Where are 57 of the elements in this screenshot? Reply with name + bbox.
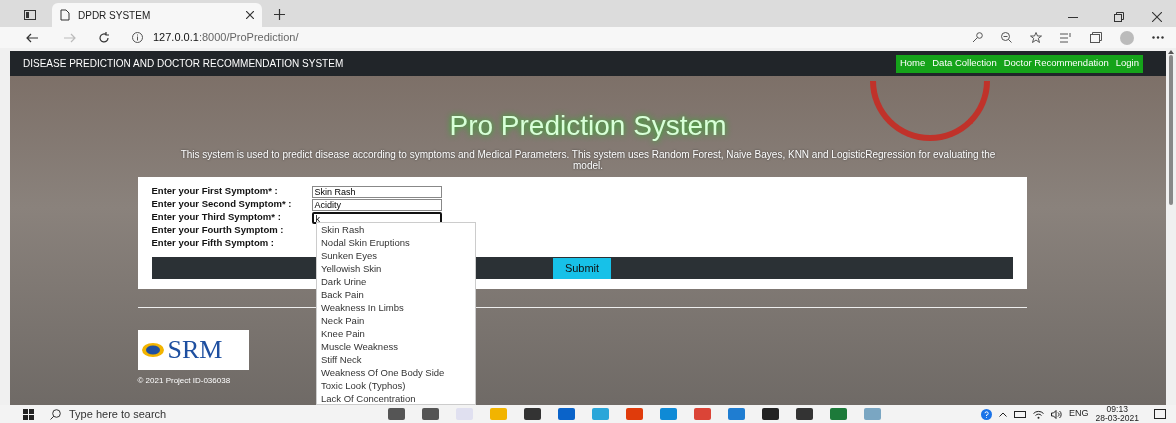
suggestion-item[interactable]: Dark Urine xyxy=(321,275,475,288)
clock-date[interactable]: 28-03-2021 xyxy=(1095,414,1139,423)
suggestion-item[interactable]: Back Pain xyxy=(321,288,475,301)
suggestion-item[interactable]: Weakness Of One Body Side xyxy=(321,366,475,379)
field-label: Enter your Fifth Symptom : xyxy=(151,236,275,251)
close-icon[interactable] xyxy=(246,11,254,19)
suggestion-item[interactable]: Toxic Look (Typhos) xyxy=(321,379,475,392)
star-icon[interactable] xyxy=(1030,32,1042,43)
field-label: Enter your Second Symptom* : xyxy=(151,197,293,212)
windows-start-icon[interactable] xyxy=(23,408,34,420)
language-indicator[interactable]: ENG xyxy=(1069,407,1089,421)
suggestion-item[interactable]: Weakness In Limbs xyxy=(321,301,475,314)
info-icon[interactable] xyxy=(132,32,143,43)
field-label: Enter your Fourth Symptom : xyxy=(151,223,285,238)
logo-text: SRM xyxy=(167,337,223,363)
taskbar-search-field[interactable]: Type here to search xyxy=(50,405,340,423)
browser-tab[interactable]: DPDR SYSTEM xyxy=(52,3,262,27)
speaker-icon[interactable] xyxy=(1051,409,1062,419)
close-window-icon[interactable] xyxy=(1152,12,1162,22)
wifi-icon[interactable] xyxy=(1033,409,1044,419)
submit-button[interactable]: Submit xyxy=(552,257,612,279)
suggestion-item[interactable]: Neck Pain xyxy=(321,314,475,327)
new-tab-icon[interactable] xyxy=(274,9,285,20)
refresh-icon[interactable] xyxy=(98,31,110,44)
chevron-up-icon[interactable] xyxy=(999,411,1007,417)
suggestion-item[interactable]: Sunken Eyes xyxy=(321,249,475,262)
restore-icon[interactable] xyxy=(1114,12,1124,22)
tab-actions-icon[interactable] xyxy=(24,10,36,20)
more-icon[interactable] xyxy=(1152,36,1164,39)
help-icon[interactable] xyxy=(981,408,992,420)
symptom-field[interactable]: Skin Rash xyxy=(311,185,442,198)
battery-icon[interactable] xyxy=(1014,410,1026,418)
notification-icon[interactable] xyxy=(1154,409,1166,419)
site-title: DISEASE PREDICTION AND DOCTOR RECOMMENDATION SYSTEM xyxy=(23,57,345,71)
back-arrow-icon[interactable] xyxy=(26,32,38,43)
clock-time[interactable]: 09:13 xyxy=(1106,405,1128,414)
search-icon xyxy=(50,408,61,420)
suggestion-item[interactable]: Nodal Skin Eruptions xyxy=(321,236,475,249)
field-label: Enter your First Symptom* : xyxy=(151,184,279,199)
page-icon xyxy=(60,9,70,21)
copyright-text: © 2021 Project ID-036038 xyxy=(137,375,231,387)
suggestion-item[interactable]: Knee Pain xyxy=(321,327,475,340)
page-heading: Pro Prediction System xyxy=(449,112,727,140)
logo-emblem-icon xyxy=(140,342,165,358)
zoom-out-icon[interactable] xyxy=(1001,32,1012,43)
collections-icon[interactable] xyxy=(1090,32,1102,43)
suggestion-item[interactable]: Yellowish Skin xyxy=(321,262,475,275)
suggestion-item[interactable]: Lack Of Concentration xyxy=(321,392,475,404)
field-label: Enter your Third Symptom* : xyxy=(151,210,282,225)
suggestion-item[interactable]: Skin Rash xyxy=(321,223,475,236)
description-text: This system is used to predict disease according to symptoms and Medical Parameters. This system uses Random Forest, Naive Bayes, KNN and LogisticRegression for evaluating the model. xyxy=(179,149,997,171)
suggestion-item[interactable]: Stiff Neck xyxy=(321,353,475,366)
tab-title: DPDR SYSTEM xyxy=(78,8,152,23)
favorites-icon[interactable] xyxy=(1060,32,1072,43)
scroll-up-icon[interactable] xyxy=(1168,50,1174,54)
suggestion-item[interactable]: Muscle Weakness xyxy=(321,340,475,353)
symptom-field[interactable]: Acidity xyxy=(311,198,442,211)
